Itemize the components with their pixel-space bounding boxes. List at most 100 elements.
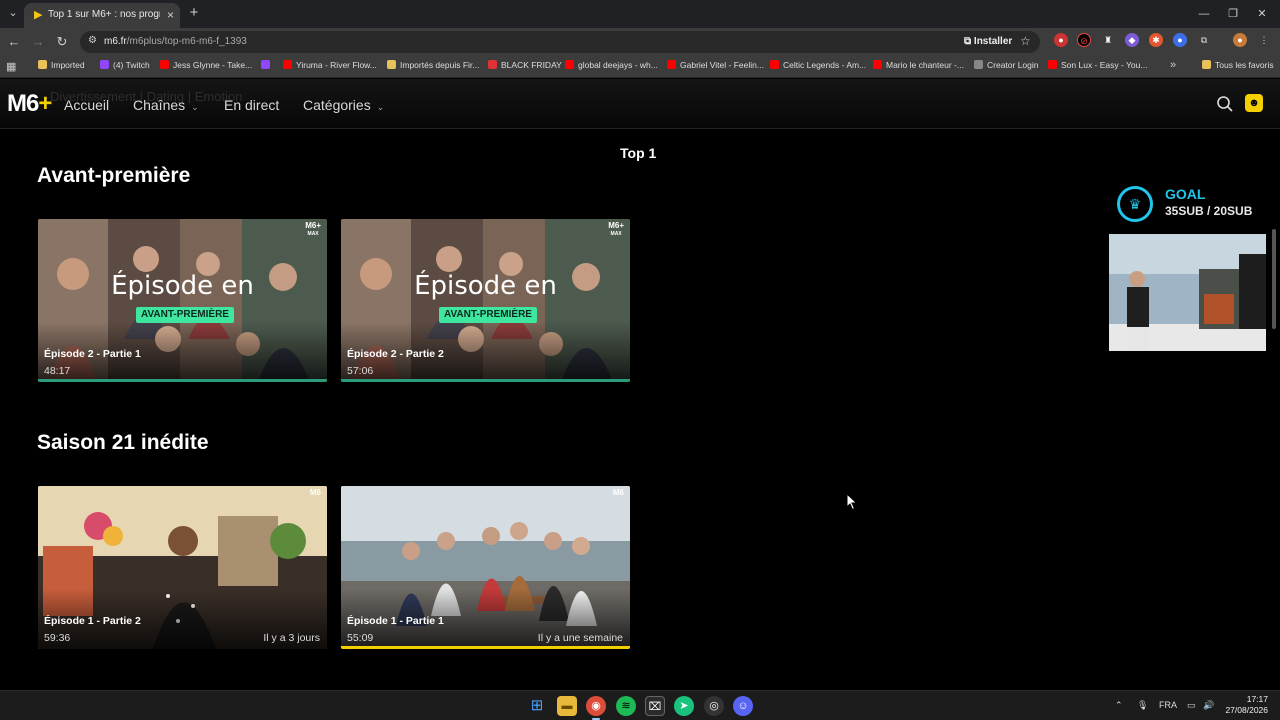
browser-menu-icon[interactable]: ⋮ bbox=[1257, 33, 1271, 47]
site-info-icon[interactable]: ⚙ bbox=[88, 35, 97, 46]
episode-duration: 59:36 bbox=[44, 632, 71, 644]
spotify-icon[interactable]: ≋ bbox=[616, 696, 636, 716]
episode-title: Épisode 1 - Partie 2 bbox=[44, 615, 141, 627]
all-bookmarks[interactable]: Tous les favoris bbox=[1202, 60, 1274, 70]
bookmark-item[interactable]: global deejays - wh... bbox=[565, 60, 658, 70]
nav-live[interactable]: En direct bbox=[224, 97, 279, 113]
profile-icon[interactable]: ☻ bbox=[1245, 94, 1263, 112]
chrome-icon[interactable]: ◉ bbox=[586, 696, 606, 716]
episode-card[interactable]: Épisode en AVANT-PREMIÈRE M6+ MAX Épisode… bbox=[341, 219, 630, 382]
minimize-window-icon[interactable]: — bbox=[1196, 6, 1212, 22]
close-window-icon[interactable]: ✕ bbox=[1254, 6, 1270, 22]
folder-icon bbox=[387, 60, 396, 69]
nav-categories[interactable]: Catégories ⌄ bbox=[303, 97, 384, 113]
episode-card[interactable]: Épisode en AVANT-PREMIÈRE M6+ MAX Épisode… bbox=[38, 219, 327, 382]
extension-purple-icon[interactable]: ◆ bbox=[1125, 33, 1139, 47]
page-scrollbar[interactable] bbox=[1272, 229, 1276, 329]
url-host: m6.fr bbox=[104, 36, 127, 47]
bookmark-item[interactable]: Yiruma - River Flow... bbox=[283, 60, 377, 70]
episode-date: Il y a une semaine bbox=[537, 632, 623, 644]
bookmark-label: Son Lux - Easy - You... bbox=[1061, 60, 1148, 70]
bookmark-item[interactable]: BLACK FRIDAY bbox=[488, 60, 562, 70]
all-bookmarks-label: Tous les favoris bbox=[1215, 60, 1274, 70]
bookmark-item[interactable]: Jess Glynne - Take... bbox=[160, 60, 252, 70]
windows-start-icon[interactable]: ⊞ bbox=[527, 696, 547, 716]
episode-title: Épisode 2 - Partie 1 bbox=[44, 348, 141, 360]
m6-favicon-icon: ▶ bbox=[34, 9, 43, 21]
avant-premiere-tag: AVANT-PREMIÈRE bbox=[136, 307, 234, 323]
terminal-icon[interactable]: ⌧ bbox=[645, 696, 665, 716]
reload-button[interactable]: ↻ bbox=[54, 34, 70, 50]
bookmark-item[interactable]: Importés depuis Fir... bbox=[387, 60, 479, 70]
m6-badge: M6 bbox=[612, 488, 624, 497]
bookmark-item[interactable]: Creator Login bbox=[974, 60, 1039, 70]
m6plus-max-badge: M6+ MAX bbox=[305, 221, 321, 238]
nav-channels[interactable]: Chaînes ⌄ bbox=[133, 97, 199, 113]
site-header: Divertissement | Dating | Emotion M6+ Ac… bbox=[0, 79, 1280, 129]
restore-window-icon[interactable]: ❐ bbox=[1225, 6, 1241, 22]
obs-icon[interactable]: ◎ bbox=[704, 696, 724, 716]
bookmark-item[interactable]: Celtic Legends - Am... bbox=[770, 60, 866, 70]
bookmark-item[interactable] bbox=[261, 60, 274, 70]
bookmark-label: Importés depuis Fir... bbox=[400, 60, 480, 70]
creator-icon bbox=[974, 60, 983, 69]
card-overlay-text: Épisode en bbox=[414, 271, 557, 301]
bookmark-item[interactable]: Imported bbox=[38, 60, 85, 70]
install-app-button[interactable]: ⧉ Installer bbox=[958, 33, 1018, 51]
episode-date: Il y a 3 jours bbox=[263, 632, 320, 644]
new-tab-button[interactable]: + bbox=[186, 5, 202, 21]
apps-grid-icon[interactable]: ▦ bbox=[6, 60, 16, 73]
bookmark-item[interactable]: Mario le chanteur -... bbox=[873, 60, 964, 70]
youtube-icon bbox=[565, 60, 574, 69]
back-button[interactable]: ← bbox=[6, 34, 22, 50]
volume-icon[interactable]: 🔊 bbox=[1203, 700, 1214, 711]
bookmark-item[interactable]: Gabriel Vitel - Feelin... bbox=[667, 60, 764, 70]
section-title: Avant-première bbox=[37, 164, 191, 187]
youtube-icon bbox=[283, 60, 292, 69]
goal-value: 35SUB / 20SUB bbox=[1165, 204, 1253, 218]
extension-blue-icon[interactable]: ● bbox=[1173, 33, 1187, 47]
bookmark-label: global deejays - wh... bbox=[578, 60, 658, 70]
url-path: /m6plus/top-m6-m6-f_1393 bbox=[126, 36, 247, 47]
avant-premiere-tag: AVANT-PREMIÈRE bbox=[439, 307, 537, 323]
episode-card[interactable]: M6 Épisode 1 - Partie 1 55:09 Il y a une… bbox=[341, 486, 630, 649]
bookmark-item[interactable]: (4) Twitch bbox=[100, 60, 150, 70]
episode-title: Épisode 2 - Partie 2 bbox=[347, 348, 444, 360]
url-text[interactable]: m6.fr/m6plus/top-m6-m6-f_1393 bbox=[104, 36, 247, 47]
discord-icon[interactable]: ☺ bbox=[733, 696, 753, 716]
network-icon[interactable]: ▭ bbox=[1187, 700, 1196, 711]
install-label: Installer bbox=[973, 36, 1013, 47]
extension-mask-icon[interactable]: ♜ bbox=[1101, 33, 1115, 47]
language-indicator[interactable]: FRA bbox=[1159, 700, 1177, 710]
extension-adblock-icon[interactable]: ● bbox=[1054, 33, 1068, 47]
close-tab-icon[interactable]: × bbox=[167, 8, 174, 22]
file-explorer-icon[interactable]: ▬ bbox=[557, 696, 577, 716]
webcam-overlay bbox=[1109, 234, 1266, 351]
tab-search-chevron-icon[interactable]: ⌄ bbox=[6, 6, 20, 20]
extension-orange-icon[interactable]: ✱ bbox=[1149, 33, 1163, 47]
nav-home[interactable]: Accueil bbox=[64, 97, 109, 113]
m6plus-max-badge: M6+ MAX bbox=[608, 221, 624, 238]
search-icon[interactable] bbox=[1216, 95, 1234, 113]
episode-card[interactable]: M6 Épisode 1 - Partie 2 59:36 Il y a 3 j… bbox=[38, 486, 327, 649]
microphone-icon[interactable]: 🎙 bbox=[1137, 700, 1148, 711]
youtube-icon bbox=[667, 60, 676, 69]
chevron-down-icon: ⌄ bbox=[376, 102, 385, 112]
bookmark-star-icon[interactable]: ☆ bbox=[1020, 34, 1031, 48]
black-friday-icon bbox=[488, 60, 497, 69]
system-clock[interactable]: 17:17 27/08/2026 bbox=[1222, 694, 1268, 716]
folder-icon bbox=[38, 60, 47, 69]
bookmark-item[interactable]: Son Lux - Easy - You... bbox=[1048, 60, 1147, 70]
m6plus-logo[interactable]: M6+ bbox=[7, 90, 52, 118]
tray-overflow-icon[interactable]: ⌃ bbox=[1115, 700, 1123, 711]
address-bar[interactable]: ⚙ m6.fr/m6plus/top-m6-m6-f_1393 ⧉ Instal… bbox=[80, 31, 1040, 53]
extension-ublock-icon[interactable]: ⊘ bbox=[1077, 33, 1091, 47]
browser-tab[interactable]: ▶ Top 1 sur M6+ : nos programmes × bbox=[24, 3, 180, 28]
extensions-puzzle-icon[interactable]: ⧉ bbox=[1197, 33, 1211, 47]
clock-date: 27/08/2026 bbox=[1225, 705, 1268, 715]
chevron-down-icon: ⌄ bbox=[191, 102, 199, 112]
forward-button[interactable]: → bbox=[30, 34, 46, 50]
profile-avatar[interactable]: ● bbox=[1233, 33, 1247, 47]
more-bookmarks-icon[interactable]: » bbox=[1170, 59, 1176, 71]
messenger-icon[interactable]: ➤ bbox=[674, 696, 694, 716]
